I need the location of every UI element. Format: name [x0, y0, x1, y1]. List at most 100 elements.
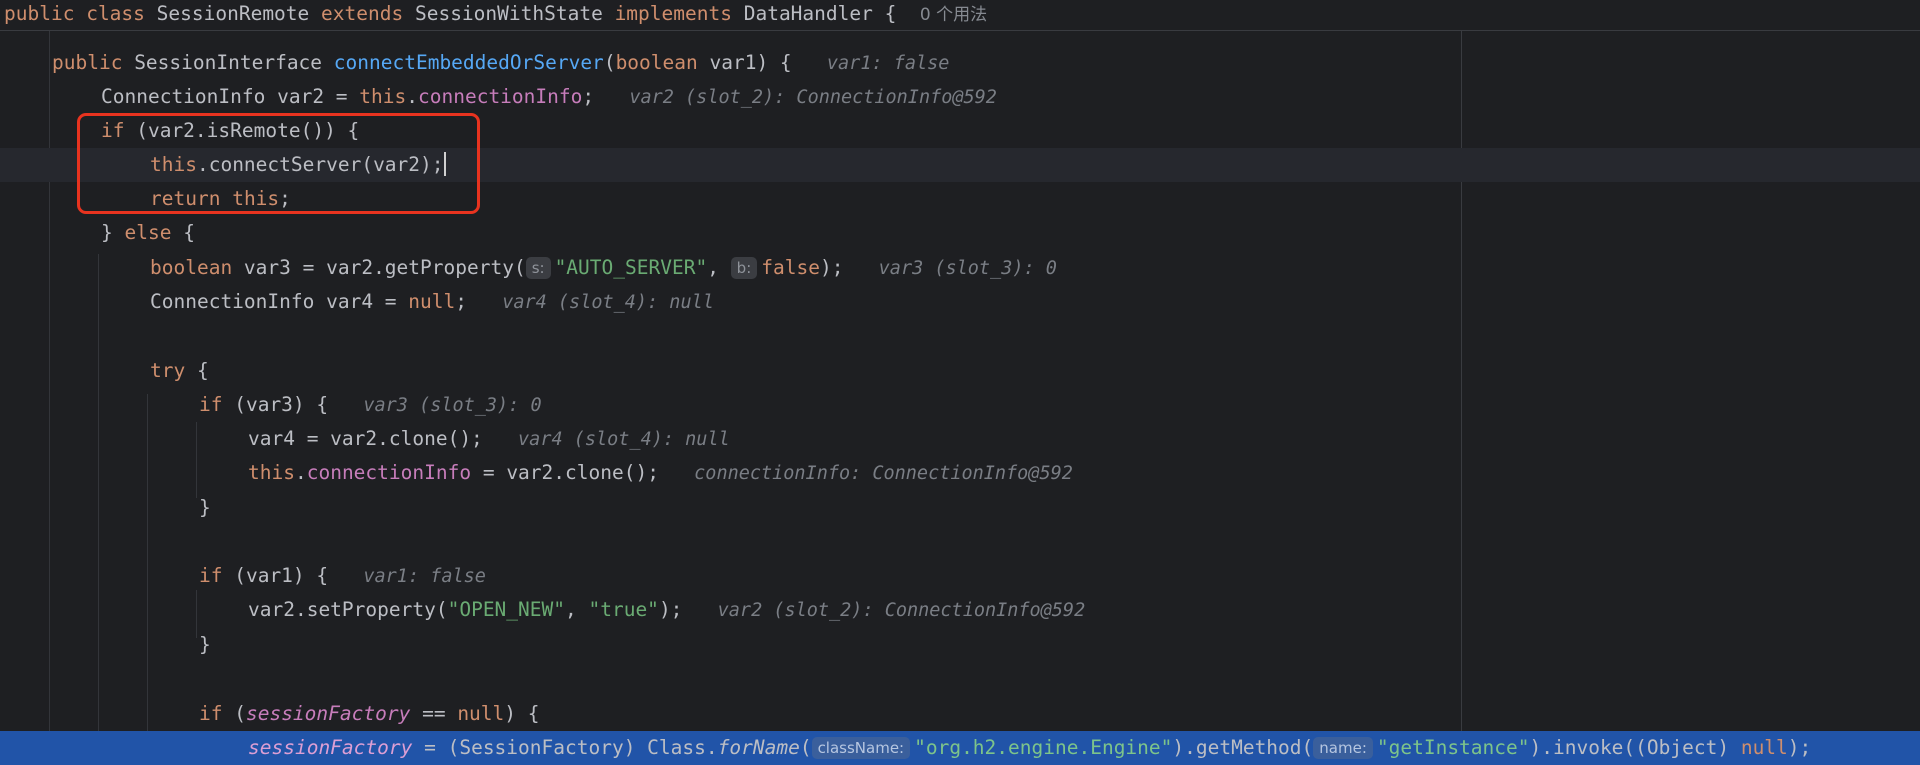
code-line[interactable]: boolean var3 = var2.getProperty(s: "AUTO_…: [150, 251, 1920, 285]
debug-value-hint: var1: false: [363, 566, 486, 587]
class-name: SessionRemote: [156, 2, 310, 25]
execution-point-line[interactable]: sessionFactory = (SessionFactory) Class.…: [0, 731, 1920, 765]
code-text: var2.setProperty(: [248, 598, 448, 621]
debug-value-hint: var2 (slot_2): ConnectionInfo@592: [629, 87, 997, 108]
keyword: if: [199, 393, 223, 416]
field-name: connectionInfo: [418, 85, 583, 108]
code-text: (: [799, 736, 812, 759]
code-text: );: [1787, 736, 1812, 759]
keyword: if: [199, 564, 223, 587]
keyword: this: [248, 461, 295, 484]
code-text: (var3) {: [222, 393, 329, 416]
code-line[interactable]: var4 = var2.clone(); var4 (slot_4): null: [248, 422, 1920, 456]
code-text: = (SessionFactory) Class.: [412, 736, 718, 759]
code-text: .: [294, 461, 307, 484]
debug-value-hint: var2 (slot_2): ConnectionInfo@592: [717, 600, 1086, 621]
keyword: else: [124, 221, 172, 244]
keyword: boolean: [150, 256, 233, 279]
keyword: if: [199, 702, 223, 725]
method-call: forName: [717, 736, 800, 759]
code-text: ,: [565, 598, 589, 621]
code-line[interactable]: ConnectionInfo var4 = null; var4 (slot_4…: [150, 285, 1920, 319]
code-text: {: [185, 359, 209, 382]
code-text: }: [101, 221, 125, 244]
indent-guide: [98, 254, 99, 765]
code-text: = var2.clone();: [471, 461, 659, 484]
code-editor[interactable]: public class SessionRemote extends Sessi…: [0, 0, 1920, 765]
static-field-name: sessionFactory: [248, 736, 413, 759]
keyword: try: [150, 359, 186, 382]
code-text: ==: [410, 702, 458, 725]
code-text: ).getMethod(: [1172, 736, 1314, 759]
debug-value-hint: var4 (slot_4): null: [502, 292, 714, 313]
code-text: ConnectionInfo var2 =: [101, 85, 360, 108]
code-text: SessionInterface: [122, 51, 334, 74]
indent-guide: [49, 30, 50, 765]
code-text: );: [658, 598, 683, 621]
code-text: ) {: [504, 702, 540, 725]
code-text: ;: [455, 290, 467, 313]
usages-hint[interactable]: 0 个用法: [920, 5, 987, 25]
keyword: public: [4, 2, 75, 25]
string-literal: "getInstance": [1376, 736, 1530, 759]
code-text: }: [199, 496, 211, 519]
code-line[interactable]: } else {: [101, 216, 1920, 250]
string-literal: "org.h2.engine.Engine": [914, 736, 1173, 759]
indent-guide: [147, 394, 148, 765]
code-text: ,: [707, 256, 731, 279]
keyword: boolean: [615, 51, 698, 74]
keyword: public: [52, 51, 123, 74]
string-literal: "OPEN_NEW": [447, 598, 565, 621]
code-text: ;: [582, 85, 595, 108]
static-field-name: sessionFactory: [245, 702, 411, 725]
keyword: implements: [614, 2, 732, 25]
code-line[interactable]: if (var1) { var1: false: [199, 559, 1920, 593]
code-text: var1) {: [697, 51, 792, 74]
indent-guide: [196, 590, 197, 638]
code-line[interactable]: var2.setProperty("OPEN_NEW", "true"); va…: [248, 593, 1920, 627]
keyword: null: [1740, 736, 1788, 759]
keyword: null: [457, 702, 505, 725]
code-text: );: [819, 256, 844, 279]
code-text: ).invoke((Object): [1529, 736, 1741, 759]
method-name: connectEmbeddedOrServer: [333, 51, 604, 74]
code-text: ConnectionInfo var4 =: [150, 290, 409, 313]
code-line[interactable]: this.connectionInfo = var2.clone(); conn…: [248, 456, 1920, 490]
code-line[interactable]: }: [199, 628, 1920, 662]
superclass-name: SessionWithState: [414, 2, 603, 25]
indent-guide: [196, 422, 197, 498]
debug-value-hint: var4 (slot_4): null: [518, 429, 730, 450]
interface-name: DataHandler: [743, 2, 873, 25]
parameter-name-hint: s:: [525, 257, 551, 279]
code-line[interactable]: if (var3) { var3 (slot_3): 0: [199, 388, 1920, 422]
keyword: class: [86, 2, 145, 25]
keyword: extends: [321, 2, 404, 25]
string-literal: "AUTO_SERVER": [554, 256, 708, 279]
code-line[interactable]: if (sessionFactory == null) {: [199, 697, 1920, 731]
keyword: this: [359, 85, 407, 108]
class-declaration-line[interactable]: public class SessionRemote extends Sessi…: [0, 0, 1920, 31]
string-literal: "true": [588, 598, 659, 621]
debug-value-hint: var3 (slot_3): 0: [878, 258, 1057, 279]
code-text: (var1) {: [222, 564, 329, 587]
highlight-annotation-box: [77, 113, 480, 214]
code-line[interactable]: public SessionInterface connectEmbeddedO…: [52, 46, 1920, 80]
debug-value-hint: var3 (slot_3): 0: [363, 395, 542, 416]
keyword: null: [408, 290, 456, 313]
code-text: }: [199, 633, 211, 656]
code-text: (: [603, 51, 616, 74]
code-line[interactable]: }: [199, 491, 1920, 525]
keyword: false: [761, 256, 820, 279]
debug-value-hint: connectionInfo: ConnectionInfo@592: [694, 463, 1073, 484]
parameter-name-hint: b:: [730, 257, 758, 279]
code-text: var4 = var2.clone();: [248, 427, 483, 450]
code-line[interactable]: try {: [150, 354, 1920, 388]
parameter-name-hint: name:: [1313, 737, 1373, 759]
parameter-name-hint: className:: [811, 737, 911, 759]
code-text: .: [406, 85, 418, 108]
code-text: (: [222, 702, 246, 725]
field-name: connectionInfo: [306, 461, 472, 484]
debug-value-hint: var1: false: [826, 53, 950, 74]
code-line[interactable]: ConnectionInfo var2 = this.connectionInf…: [101, 80, 1920, 114]
code-text: {: [171, 221, 195, 244]
